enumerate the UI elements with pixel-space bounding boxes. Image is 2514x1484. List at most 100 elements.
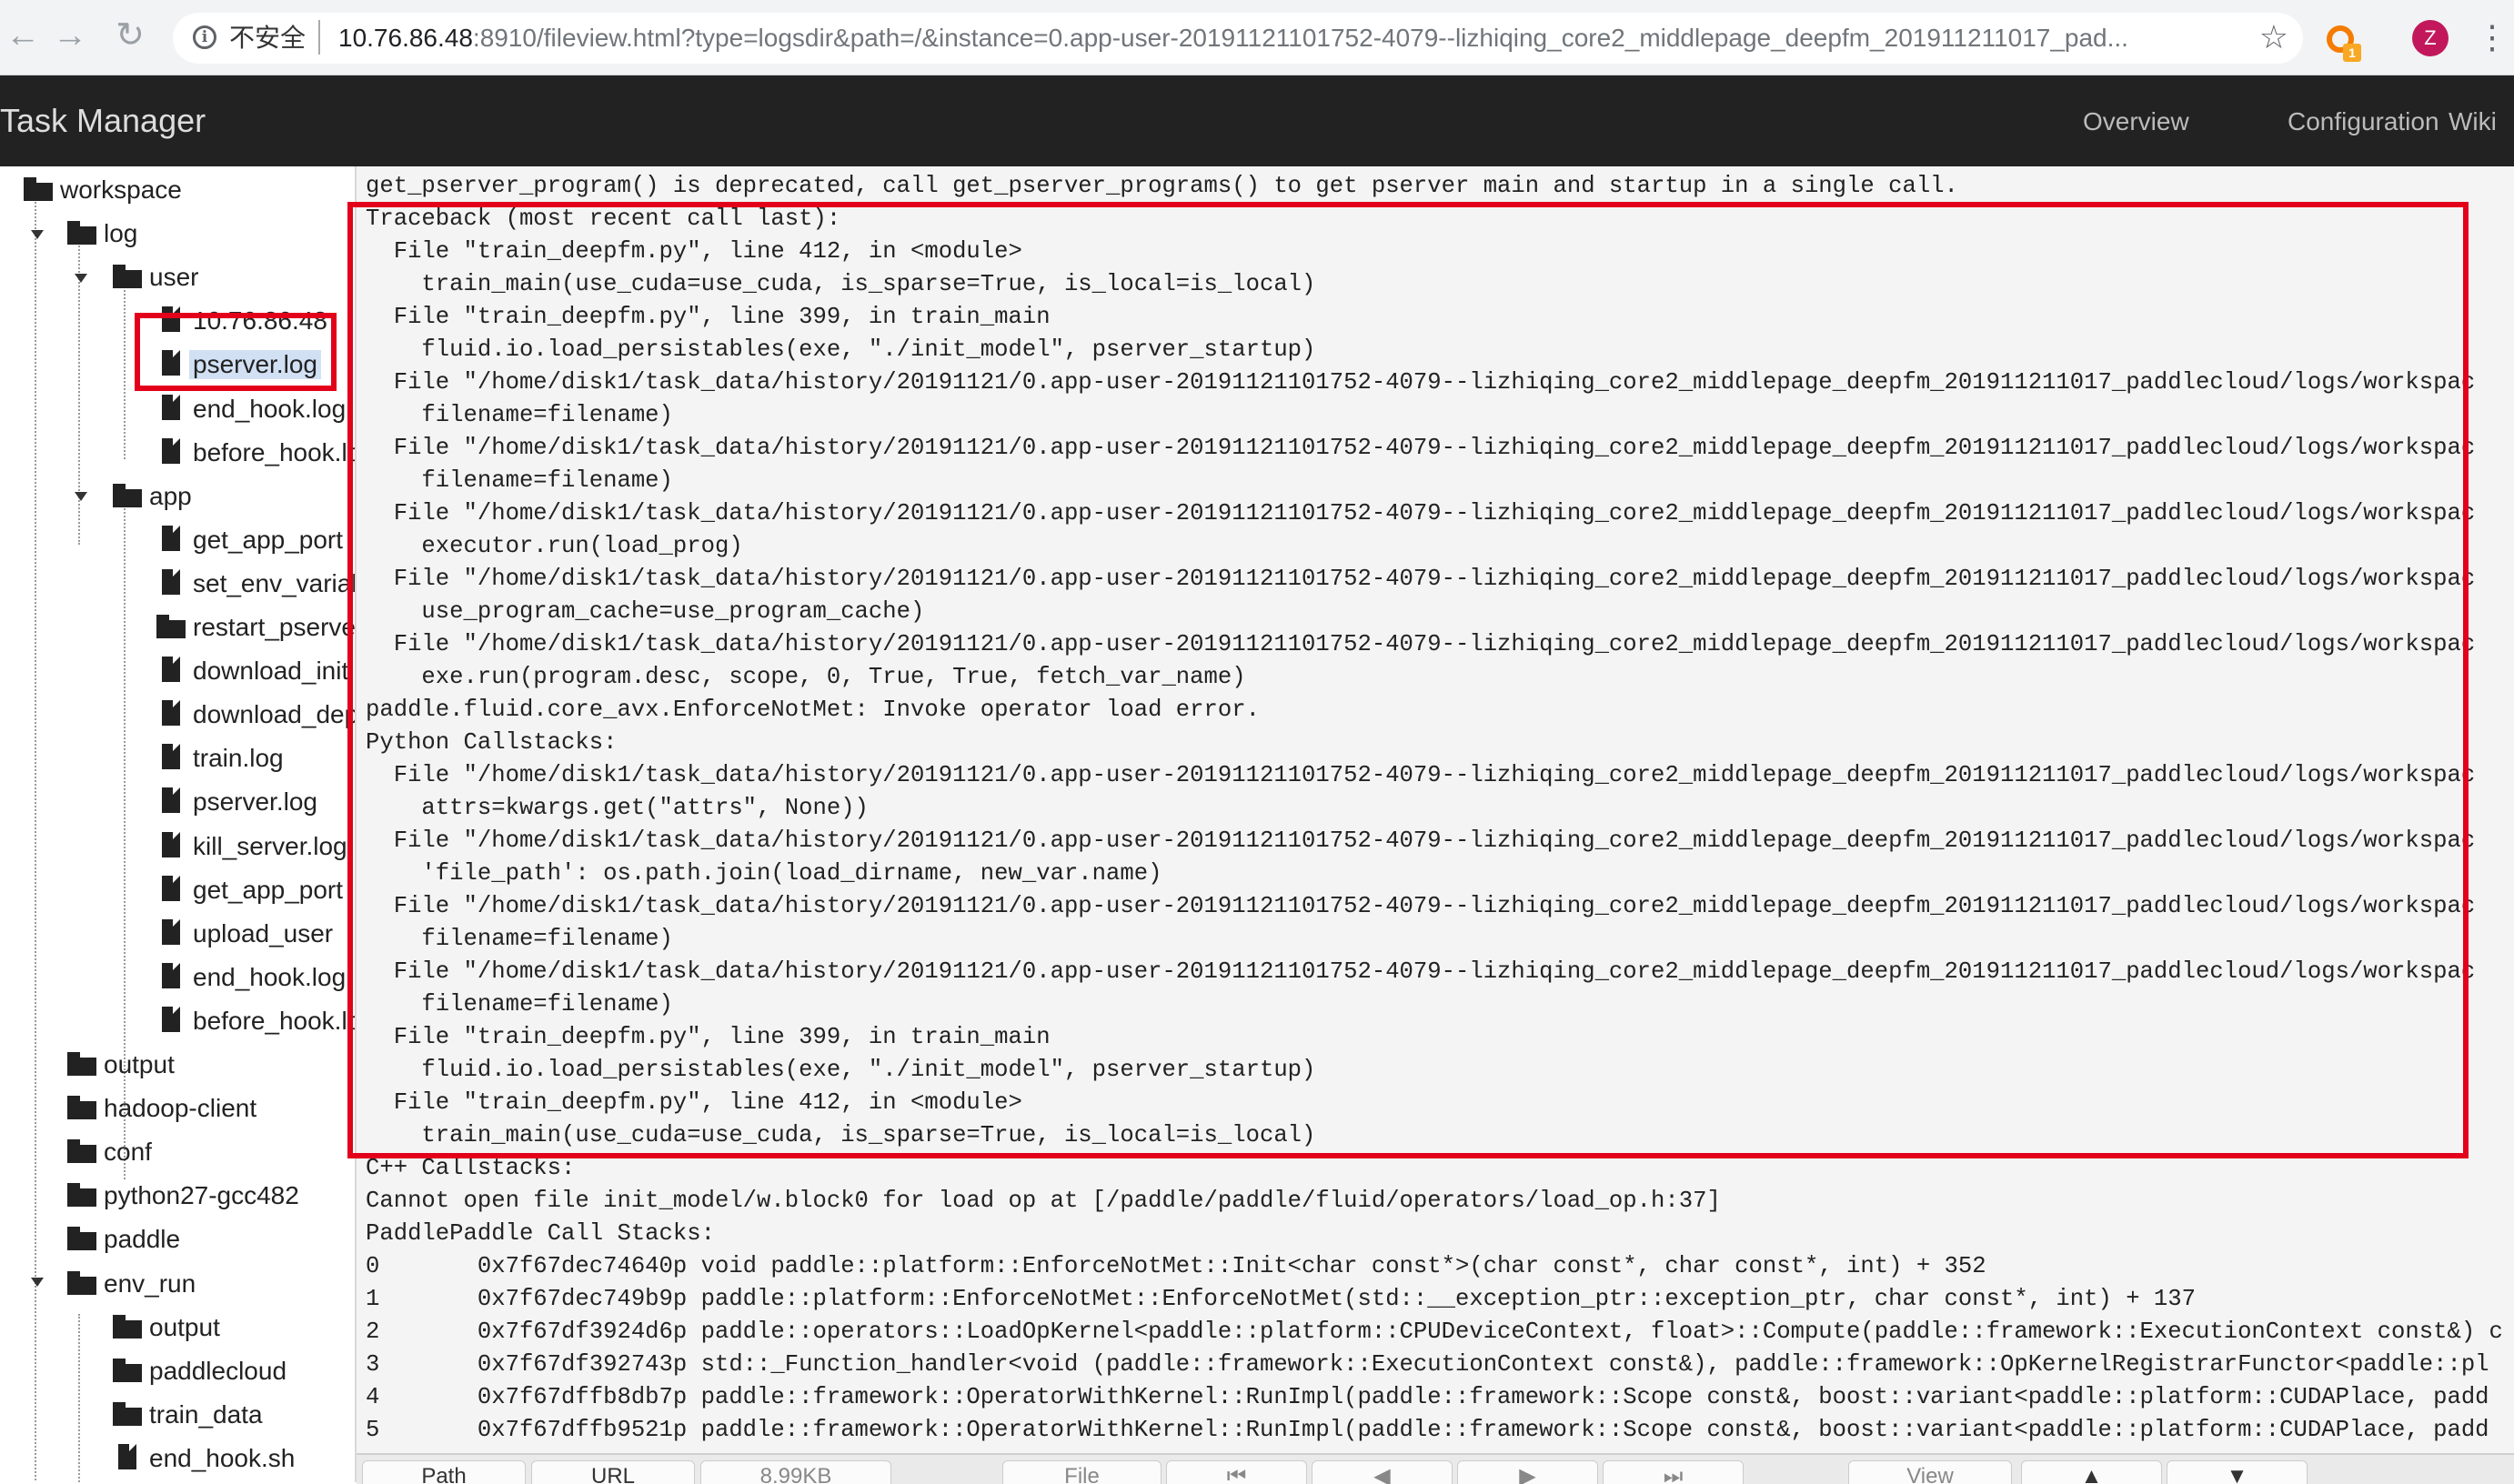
log-line: 0 0x7f67dec74640p void paddle::platform:… xyxy=(366,1253,1986,1279)
profile-avatar[interactable]: Z xyxy=(2412,20,2449,56)
log-line: Python Callstacks: xyxy=(366,729,618,756)
log-line: filename=filename) xyxy=(366,402,673,428)
file-button[interactable]: File xyxy=(1002,1460,1161,1484)
bottom-toolbar: Path URL 8.99KB File ⏮ ◀ ▶ ⏭ View ▲ ▼ xyxy=(357,1453,2514,1484)
folder-icon xyxy=(156,613,187,640)
log-viewer[interactable]: get_pserver_program() is deprecated, cal… xyxy=(357,166,2514,1453)
log-line: PaddlePaddle Call Stacks: xyxy=(366,1220,715,1247)
tree-node-label: end_hook.log xyxy=(193,394,347,423)
folder-icon xyxy=(113,1357,144,1384)
url-text[interactable]: 10.76.86.48:8910/fileview.html?type=logs… xyxy=(338,23,2139,54)
address-bar[interactable]: i 不安全 10.76.86.48:8910/fileview.html?typ… xyxy=(173,13,2303,64)
file-icon xyxy=(156,394,187,422)
nav-configuration[interactable]: Configuration xyxy=(2288,106,2439,137)
log-line: fluid.io.load_persistables(exe, "./init_… xyxy=(366,1057,1316,1083)
url-host: 10.76.86.48 xyxy=(338,24,473,52)
extension-badge: 1 xyxy=(2343,44,2361,62)
folder-icon xyxy=(113,263,144,290)
tree-node-label: env_run xyxy=(104,1268,196,1298)
log-line: filename=filename) xyxy=(366,467,673,494)
file-icon xyxy=(156,525,187,553)
tree-node-label: pserver.log xyxy=(189,350,321,380)
tree-node-label: set_env_variable xyxy=(193,568,355,597)
folder-icon xyxy=(67,1181,98,1208)
file-icon xyxy=(156,657,187,684)
tree-node-label: log xyxy=(104,219,138,248)
folder-icon xyxy=(67,1050,98,1078)
tree-node-label: train.log xyxy=(193,744,284,773)
log-line: attrs=kwargs.get("attrs", None)) xyxy=(366,795,869,821)
log-line: File "/home/disk1/task_data/history/2019… xyxy=(366,500,2476,526)
tree-node-label: paddlecloud xyxy=(149,1356,287,1385)
log-line: Cannot open file init_model/w.block0 for… xyxy=(366,1188,1721,1214)
scroll-down-icon[interactable]: ▼ xyxy=(2167,1460,2308,1484)
back-arrow-icon[interactable]: ← xyxy=(0,11,45,60)
prev-page-icon[interactable]: ◀ xyxy=(1312,1460,1453,1484)
log-line: exe.run(program.desc, scope, 0, True, Tr… xyxy=(366,664,1246,690)
url-button[interactable]: URL xyxy=(531,1460,695,1484)
tree-node-label: get_app_port xyxy=(193,875,344,904)
folder-icon xyxy=(67,1269,98,1297)
nav-wiki[interactable]: Wiki xyxy=(2449,106,2497,137)
expand-toggle-icon[interactable] xyxy=(31,1278,44,1287)
reload-icon[interactable]: ↻ xyxy=(107,11,153,60)
log-line: filename=filename) xyxy=(366,991,673,1018)
log-line: 4 0x7f67dffb8db7p paddle::framework::Ope… xyxy=(366,1384,2489,1410)
view-button[interactable]: View xyxy=(1848,1460,2012,1484)
folder-icon xyxy=(24,175,55,203)
next-page-icon[interactable]: ▶ xyxy=(1457,1460,1598,1484)
file-icon xyxy=(156,700,187,727)
tree-node-label: app xyxy=(149,481,192,510)
path-button[interactable]: Path xyxy=(362,1460,526,1484)
log-line: 1 0x7f67dec749b9p paddle::platform::Enfo… xyxy=(366,1286,2196,1312)
tree-node-label: workspace xyxy=(60,175,182,204)
folder-icon xyxy=(113,1400,144,1428)
tree-node-label: upload_user xyxy=(193,918,334,948)
log-line: File "/home/disk1/task_data/history/2019… xyxy=(366,631,2476,657)
bookmark-star-icon[interactable]: ☆ xyxy=(2259,18,2288,56)
file-icon xyxy=(156,306,187,334)
tree-node-label: hadoop-client xyxy=(104,1094,257,1123)
log-line: Traceback (most recent call last): xyxy=(366,206,841,232)
folder-icon xyxy=(67,1138,98,1165)
tree-node-label: download_deps xyxy=(193,700,357,729)
log-line: File "/home/disk1/task_data/history/2019… xyxy=(366,762,2476,788)
file-icon xyxy=(113,1443,144,1471)
tree-node-label: kill_server.log xyxy=(193,831,347,860)
folder-icon xyxy=(67,219,98,246)
tree-node-label: end_hook.sh xyxy=(149,1443,296,1472)
first-page-icon[interactable]: ⏮ xyxy=(1166,1460,1307,1484)
scroll-up-icon[interactable]: ▲ xyxy=(2021,1460,2162,1484)
expand-toggle-icon[interactable] xyxy=(75,274,87,283)
tree-node-label: conf xyxy=(104,1138,152,1167)
forward-arrow-icon[interactable]: → xyxy=(47,11,93,60)
browser-menu-icon[interactable]: ⋮ xyxy=(2476,15,2509,60)
url-path: :8910/fileview.html?type=logsdir&path=/&… xyxy=(472,24,2128,52)
log-line: get_pserver_program() is deprecated, cal… xyxy=(366,173,1958,199)
browser-chrome: ← → ↻ i 不安全 10.76.86.48:8910/fileview.ht… xyxy=(0,0,2514,75)
file-icon xyxy=(156,437,187,466)
tree-node-label: pserver.log xyxy=(193,787,317,817)
security-label[interactable]: 不安全 xyxy=(229,24,306,53)
log-line: File "train_deepfm.py", line 399, in tra… xyxy=(366,1024,1051,1050)
log-line: C++ Callstacks: xyxy=(366,1155,576,1181)
tree-node-label: train_data xyxy=(149,1399,263,1429)
expand-toggle-icon[interactable] xyxy=(31,230,44,239)
nav-overview[interactable]: Overview xyxy=(2083,106,2189,137)
log-line: train_main(use_cuda=use_cuda, is_sparse=… xyxy=(366,271,1316,297)
log-line: File "/home/disk1/task_data/history/2019… xyxy=(366,958,2476,985)
tree-node-label: output xyxy=(149,1312,220,1341)
app-title[interactable]: Task Manager xyxy=(0,101,206,141)
log-line: File "/home/disk1/task_data/history/2019… xyxy=(366,566,2476,592)
info-icon[interactable]: i xyxy=(193,25,216,49)
file-icon xyxy=(156,1006,187,1034)
tree-node-label: before_hook.log xyxy=(193,1006,355,1035)
expand-toggle-icon[interactable] xyxy=(75,492,87,501)
log-line: 'file_path': os.path.join(load_dirname, … xyxy=(366,860,1162,887)
log-line: train_main(use_cuda=use_cuda, is_sparse=… xyxy=(366,1122,1316,1148)
last-page-icon[interactable]: ⏭ xyxy=(1603,1460,1744,1484)
file-tree: workspace log user 10.76.86.48 pserver.log en… xyxy=(0,166,357,1482)
log-line: File "train_deepfm.py", line 399, in tra… xyxy=(366,304,1051,330)
folder-icon xyxy=(113,482,144,509)
log-line: File "train_deepfm.py", line 412, in <mo… xyxy=(366,1089,1022,1116)
